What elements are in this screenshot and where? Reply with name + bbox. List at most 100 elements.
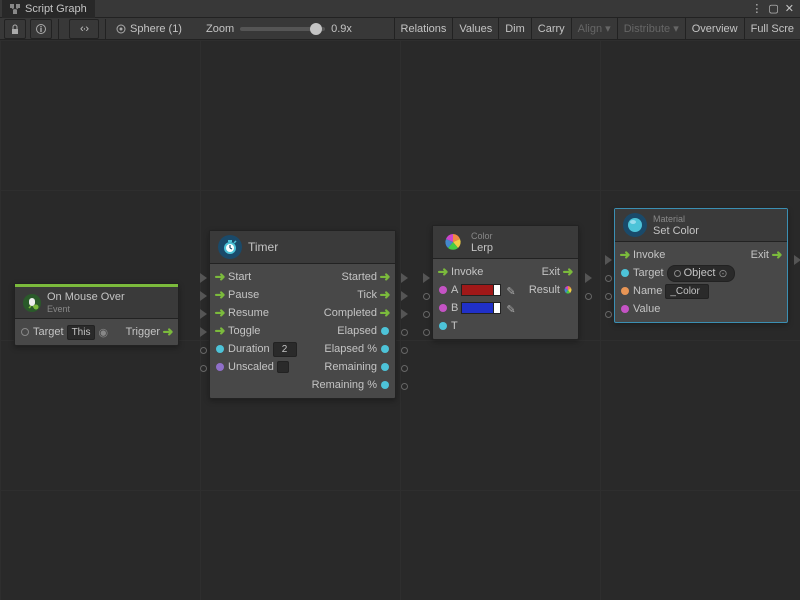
toolbar: ‹·› Sphere (1) Zoom 0.9x Relations Value…: [0, 18, 800, 40]
ext-port[interactable]: [791, 254, 800, 266]
ext-port[interactable]: [197, 326, 209, 338]
ext-port[interactable]: [420, 308, 432, 320]
fit-button[interactable]: ‹·›: [69, 19, 99, 39]
graph-canvas[interactable]: On Mouse Over Event Target This ◉ Trigge…: [0, 40, 800, 600]
window-controls: ⋮ ▢ ✕: [745, 2, 800, 15]
node-category: Event: [47, 304, 125, 314]
align-dropdown[interactable]: Align ▾: [571, 18, 617, 39]
ext-port[interactable]: [602, 254, 614, 266]
carry-button[interactable]: Carry: [531, 18, 571, 39]
name-port[interactable]: [620, 286, 630, 296]
name-field[interactable]: _Color: [665, 284, 709, 299]
trigger-port[interactable]: ➜: [163, 327, 173, 337]
ext-port[interactable]: [602, 290, 614, 302]
node-category: Color: [471, 231, 493, 241]
overview-button[interactable]: Overview: [685, 18, 744, 39]
duration-port[interactable]: [215, 344, 225, 354]
menu-icon[interactable]: ⋮: [751, 2, 762, 15]
exit-port[interactable]: ➜: [563, 267, 573, 277]
close-icon[interactable]: ✕: [785, 2, 794, 15]
relations-button[interactable]: Relations: [394, 18, 453, 39]
input-port[interactable]: [20, 327, 30, 337]
ext-port[interactable]: [197, 344, 209, 356]
a-port[interactable]: [438, 285, 448, 295]
fullscreen-button[interactable]: Full Scre: [744, 18, 800, 39]
zoom-control: Zoom 0.9x: [206, 23, 352, 35]
resume-port[interactable]: ➜: [215, 308, 225, 318]
ext-port[interactable]: [197, 362, 209, 374]
ext-port[interactable]: [398, 326, 410, 338]
ext-port[interactable]: [398, 272, 410, 284]
ext-port[interactable]: [398, 308, 410, 320]
target-field[interactable]: This: [67, 325, 96, 340]
ext-port[interactable]: [582, 272, 594, 284]
target-object-field[interactable]: Object⊙: [667, 265, 735, 282]
started-port[interactable]: ➜: [380, 272, 390, 282]
duration-field[interactable]: 2: [273, 342, 297, 357]
target-label: Target: [33, 326, 64, 338]
crumb-text: Sphere (1): [130, 23, 182, 35]
distribute-dropdown[interactable]: Distribute ▾: [617, 18, 685, 39]
unscaled-checkbox[interactable]: [277, 361, 289, 373]
color-a-swatch[interactable]: [461, 284, 501, 296]
ext-port[interactable]: [197, 272, 209, 284]
node-on-mouse-over[interactable]: On Mouse Over Event Target This ◉ Trigge…: [14, 283, 179, 346]
node-color-lerp[interactable]: Color Lerp ➜InvokeExit➜ A✎Result B✎ T: [432, 225, 579, 340]
ext-port[interactable]: [197, 290, 209, 302]
tab-script-graph[interactable]: Script Graph: [2, 0, 95, 18]
ext-port[interactable]: [398, 290, 410, 302]
dropdown-icon[interactable]: ◉: [98, 326, 108, 339]
event-icon: [23, 294, 41, 312]
ext-port[interactable]: [398, 344, 410, 356]
unscaled-port[interactable]: [215, 362, 225, 372]
ext-port[interactable]: [602, 272, 614, 284]
timer-icon: [218, 235, 242, 259]
invoke-port[interactable]: ➜: [438, 267, 448, 277]
zoom-slider[interactable]: [240, 27, 325, 31]
completed-port[interactable]: ➜: [380, 308, 390, 318]
ext-port[interactable]: [602, 308, 614, 320]
node-header: Timer: [210, 231, 395, 264]
eyedropper-icon[interactable]: ✎: [506, 303, 516, 313]
target-port[interactable]: [620, 268, 630, 278]
titlebar: Script Graph ⋮ ▢ ✕: [0, 0, 800, 18]
ext-port[interactable]: [398, 380, 410, 392]
exit-port[interactable]: ➜: [772, 250, 782, 260]
maximize-icon[interactable]: ▢: [768, 2, 778, 15]
elapsed-port[interactable]: [380, 326, 390, 336]
start-port[interactable]: ➜: [215, 272, 225, 282]
color-icon: [441, 230, 465, 254]
ext-port[interactable]: [420, 272, 432, 284]
node-category: Material: [653, 214, 699, 224]
ext-port[interactable]: [420, 290, 432, 302]
pause-port[interactable]: ➜: [215, 290, 225, 300]
remainingpct-port[interactable]: [380, 380, 390, 390]
info-button[interactable]: [30, 19, 52, 39]
ext-port[interactable]: [398, 362, 410, 374]
result-port[interactable]: [563, 285, 573, 295]
ext-port[interactable]: [582, 290, 594, 302]
zoom-label: Zoom: [206, 23, 234, 35]
t-port[interactable]: [438, 321, 448, 331]
invoke-port[interactable]: ➜: [620, 250, 630, 260]
values-button[interactable]: Values: [452, 18, 498, 39]
node-timer[interactable]: Timer ➜StartStarted➜ ➜PauseTick➜ ➜Resume…: [209, 230, 396, 399]
tab-title: Script Graph: [25, 3, 87, 15]
b-port[interactable]: [438, 303, 448, 313]
color-b-swatch[interactable]: [461, 302, 501, 314]
node-title: Lerp: [471, 242, 493, 254]
tick-port[interactable]: ➜: [380, 290, 390, 300]
breadcrumb[interactable]: Sphere (1): [112, 23, 186, 35]
toggle-port[interactable]: ➜: [215, 326, 225, 336]
remaining-port[interactable]: [380, 362, 390, 372]
ext-port[interactable]: [197, 308, 209, 320]
value-port[interactable]: [620, 304, 630, 314]
node-header: Material Set Color: [615, 209, 787, 242]
ext-port[interactable]: [420, 326, 432, 338]
node-set-color[interactable]: Material Set Color ➜InvokeExit➜ TargetOb…: [614, 208, 788, 323]
dim-button[interactable]: Dim: [498, 18, 531, 39]
elapsedpct-port[interactable]: [380, 344, 390, 354]
eyedropper-icon[interactable]: ✎: [506, 285, 516, 295]
lock-button[interactable]: [4, 19, 26, 39]
material-icon: [623, 213, 647, 237]
